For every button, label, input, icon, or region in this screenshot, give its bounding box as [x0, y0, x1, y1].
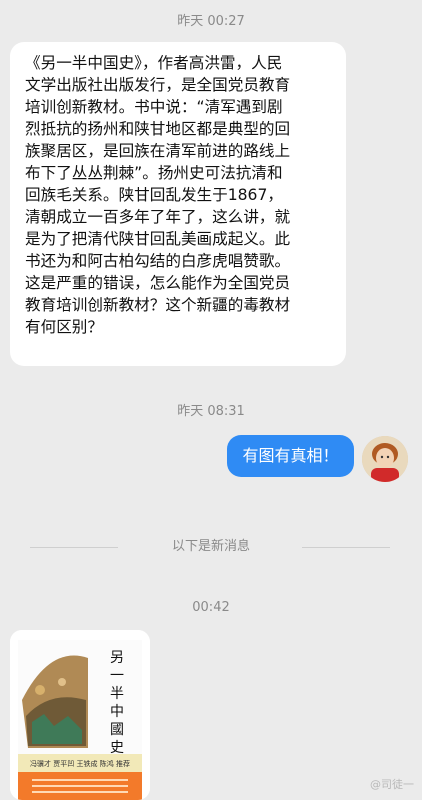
image-message[interactable]: 另 一 半 中 國 史 冯骥才 贾平凹 王铁成 陈鸿 推荐	[10, 630, 150, 800]
book-title-char: 中	[110, 704, 124, 720]
message-text: 有图有真相！	[242, 446, 339, 465]
book-cover-image: 另 一 半 中 國 史 冯骥才 贾平凹 王铁成 陈鸿 推荐	[10, 630, 150, 800]
message-bubble-incoming[interactable]: 《另一半中国史》，作者高洪雷，人民 文学出版社出版发行，是全国党员教育 培训创新…	[10, 42, 346, 366]
book-title-char: 一	[110, 668, 124, 684]
timestamp-1: 昨天 00:27	[177, 14, 245, 29]
divider-line-right	[302, 547, 390, 548]
book-title-char: 半	[110, 686, 124, 702]
new-messages-divider: 以下是新消息	[0, 537, 422, 557]
watermark: @司徒一	[370, 778, 414, 791]
avatar[interactable]	[362, 436, 408, 482]
book-title-char: 國	[110, 722, 124, 738]
message-bubble-outgoing[interactable]: 有图有真相！	[227, 435, 354, 477]
message-text: 《另一半中国史》，作者高洪雷，人民 文学出版社出版发行，是全国党员教育 培训创新…	[25, 54, 291, 336]
timestamp-2: 昨天 08:31	[177, 404, 245, 419]
avatar-image	[362, 436, 408, 482]
book-title-char: 另	[110, 650, 124, 666]
book-title-char: 史	[110, 740, 124, 756]
timestamp-3: 00:42	[192, 600, 230, 615]
book-recommenders: 冯骥才 贾平凹 王铁成 陈鸿 推荐	[30, 759, 130, 768]
